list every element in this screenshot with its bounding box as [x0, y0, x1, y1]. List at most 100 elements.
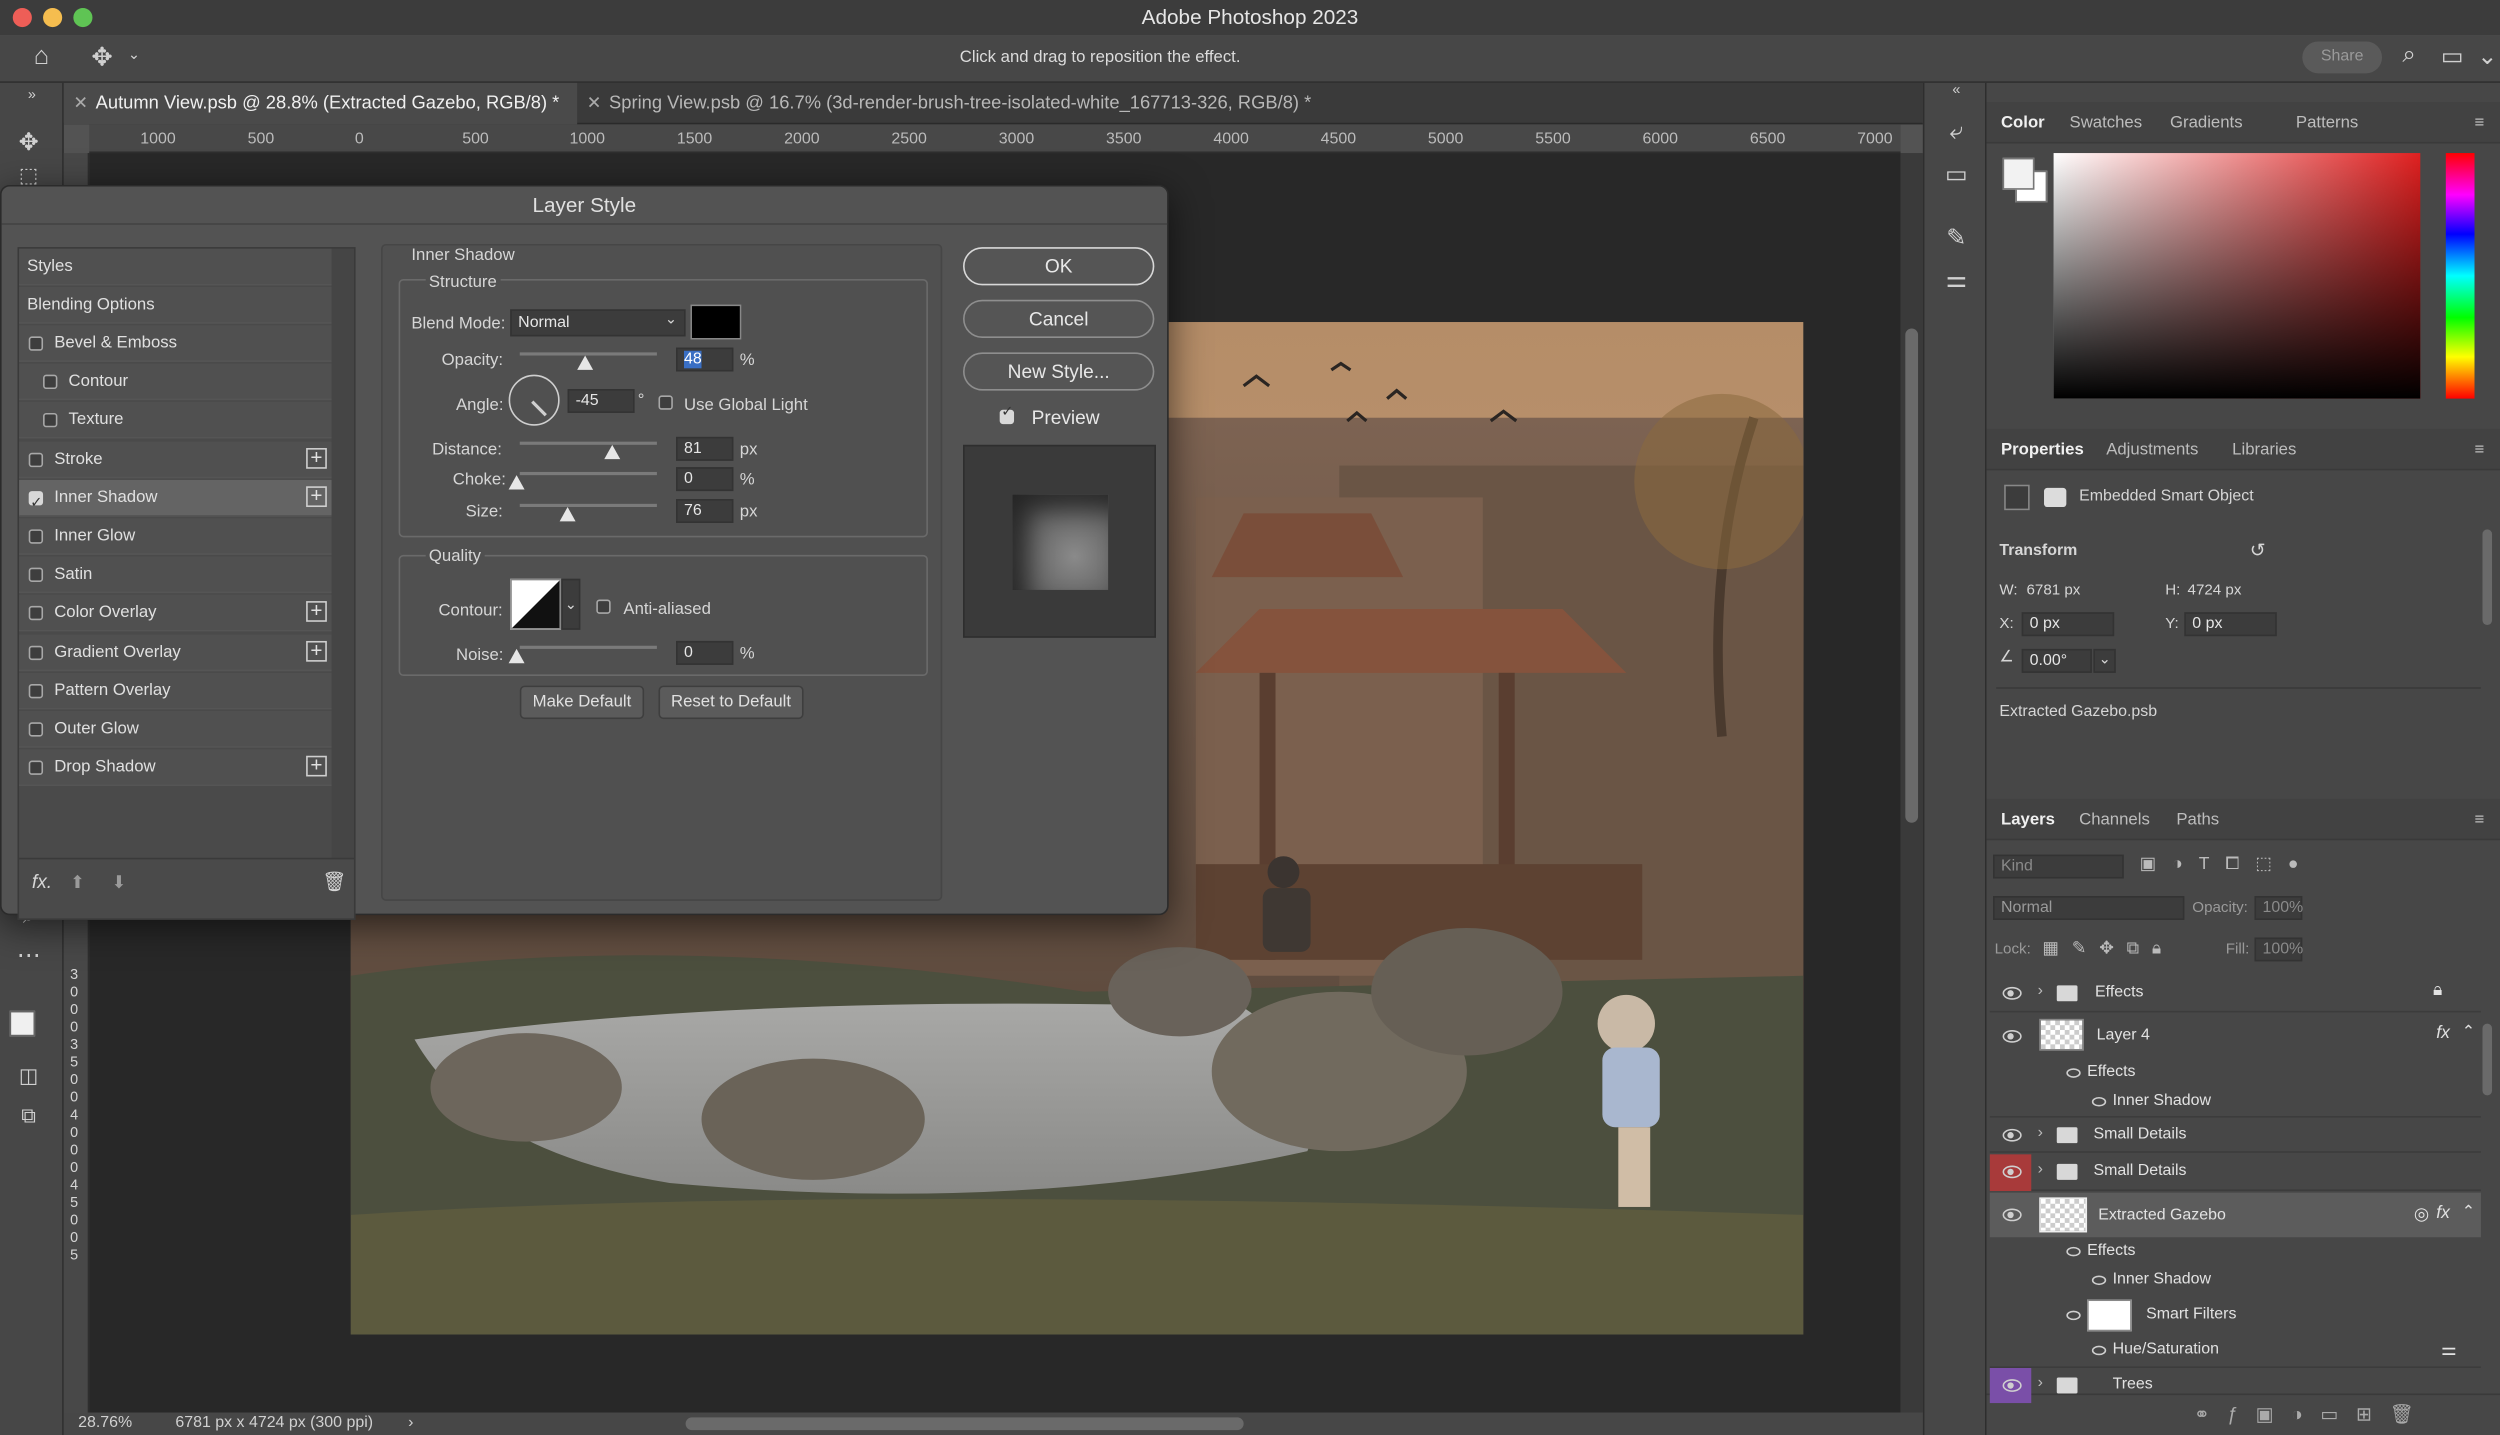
- tab-paths[interactable]: Paths: [2176, 799, 2219, 840]
- more-tools-icon[interactable]: ⋯: [10, 941, 48, 969]
- smart-filter-hue-saturation[interactable]: Hue/Saturation ⚌: [1990, 1336, 2481, 1365]
- tab-properties[interactable]: Properties: [2001, 429, 2084, 470]
- properties-scrollbar[interactable]: [2482, 529, 2493, 626]
- color-field[interactable]: [2053, 153, 2421, 399]
- adjustments-icon[interactable]: ⚌: [1937, 265, 1975, 293]
- noise-slider-thumb[interactable]: [508, 648, 525, 664]
- layer-row-small-details-2[interactable]: › Small Details: [1989, 1154, 2481, 1192]
- effect-item-gradient-overlay[interactable]: Gradient Overlay +: [19, 633, 332, 671]
- make-default-button[interactable]: Make Default: [519, 685, 645, 720]
- choke-slider-thumb[interactable]: [508, 475, 525, 490]
- visibility-eye-icon[interactable]: [2002, 1165, 2022, 1179]
- blend-mode-select[interactable]: Normal: [510, 309, 686, 337]
- minimize-window-button[interactable]: [43, 7, 63, 28]
- layer-action-icons[interactable]: ⚭ƒ▣◑▭⊞🗑︎: [2194, 1403, 2431, 1425]
- scrollbar-thumb[interactable]: [1905, 328, 1919, 823]
- layer-blend-mode-select[interactable]: Normal: [1993, 896, 2185, 920]
- effect-item-texture[interactable]: Texture: [19, 402, 332, 440]
- collapse-toolbar-icon[interactable]: »: [13, 86, 51, 102]
- smart-filters-row[interactable]: Smart Filters: [1990, 1295, 2481, 1336]
- visibility-eye-icon[interactable]: [2002, 986, 2022, 1000]
- distance-slider-thumb[interactable]: [604, 444, 621, 460]
- chevron-down-icon[interactable]: ⌄: [561, 578, 581, 630]
- visibility-eye-icon[interactable]: [2091, 1345, 2107, 1356]
- noise-slider[interactable]: [519, 645, 657, 649]
- effect-item-contour[interactable]: Contour: [19, 363, 332, 401]
- effect-item-satin[interactable]: Satin: [19, 556, 332, 594]
- search-icon[interactable]: ⌕: [2390, 41, 2428, 68]
- effect-item-inner-glow[interactable]: Inner Glow: [19, 518, 332, 555]
- use-global-light-checkbox[interactable]: [658, 395, 673, 410]
- chevron-right-icon[interactable]: ›: [2038, 1374, 2043, 1392]
- effect-checkbox[interactable]: [28, 645, 44, 660]
- visibility-eye-icon[interactable]: [2002, 1379, 2022, 1392]
- chevron-right-icon[interactable]: ›: [2038, 1161, 2043, 1179]
- layer-effects-row[interactable]: Effects: [1990, 1059, 2481, 1088]
- effect-checkbox[interactable]: [28, 760, 44, 776]
- effect-item-stroke[interactable]: Stroke +: [19, 441, 332, 478]
- effect-checkbox[interactable]: [28, 529, 44, 544]
- visibility-eye-icon[interactable]: [2066, 1068, 2081, 1078]
- effect-item-drop-shadow[interactable]: Drop Shadow +: [19, 749, 332, 787]
- add-effect-instance-icon[interactable]: +: [306, 639, 327, 662]
- quick-mask-icon[interactable]: ◫: [10, 1063, 48, 1089]
- rotation-angle-input[interactable]: 0.00°: [2021, 648, 2092, 673]
- preview-checkbox[interactable]: [999, 403, 1015, 425]
- add-effect-instance-icon[interactable]: +: [306, 754, 327, 777]
- shadow-color-swatch[interactable]: [690, 304, 742, 340]
- hue-slider[interactable]: [2445, 153, 2475, 399]
- zoom-window-button[interactable]: [73, 7, 93, 28]
- filter-options-icon[interactable]: ⚌: [2441, 1339, 2457, 1360]
- styles-header[interactable]: Styles: [19, 248, 332, 286]
- horizontal-scrollbar[interactable]: [685, 1417, 1244, 1431]
- panel-menu-icon[interactable]: ≡: [2475, 102, 2485, 143]
- tab-channels[interactable]: Channels: [2079, 799, 2150, 840]
- layer-opacity-input[interactable]: 100%: [2254, 896, 2303, 920]
- lock-icons[interactable]: ▦✎✥⧉🔒︎: [2042, 938, 2174, 960]
- panel-menu-icon[interactable]: ≡: [2475, 429, 2485, 470]
- chevron-right-icon[interactable]: ›: [408, 1413, 413, 1435]
- effect-checkbox[interactable]: [28, 683, 44, 699]
- tab-libraries[interactable]: Libraries: [2232, 429, 2296, 470]
- layer-fill-input[interactable]: 100%: [2254, 937, 2303, 962]
- screen-mode-icon[interactable]: ⧉: [10, 1103, 48, 1129]
- tab-swatches[interactable]: Swatches: [2070, 102, 2143, 143]
- effect-item-inner-shadow[interactable]: Inner Shadow +: [19, 479, 332, 521]
- x-position-input[interactable]: 0 px: [2021, 612, 2115, 637]
- history-icon[interactable]: ⤶: [1937, 118, 1975, 145]
- layer-row-effects-group[interactable]: › Effects 🔒︎: [1989, 974, 2481, 1013]
- visibility-eye-icon[interactable]: [2091, 1275, 2107, 1286]
- close-tab-icon[interactable]: ✕: [73, 83, 88, 124]
- tab-spring-view[interactable]: ✕ Spring View.psb @ 16.7% (3d-render-bru…: [577, 83, 1438, 124]
- tab-color[interactable]: Color: [2001, 102, 2045, 143]
- add-effect-instance-icon[interactable]: +: [306, 446, 327, 469]
- reset-to-default-button[interactable]: Reset to Default: [658, 685, 804, 720]
- chevron-down-icon[interactable]: ⌄: [665, 311, 677, 329]
- reset-transform-icon[interactable]: ↺: [2250, 539, 2266, 561]
- effect-checkbox[interactable]: [43, 413, 58, 428]
- chevron-right-icon[interactable]: ›: [2038, 1124, 2043, 1142]
- add-effect-instance-icon[interactable]: +: [306, 484, 327, 507]
- contour-picker[interactable]: [510, 578, 562, 630]
- visibility-eye-icon[interactable]: [2066, 1246, 2081, 1257]
- brush-settings-icon[interactable]: ✎: [1937, 223, 1975, 252]
- tab-autumn-view[interactable]: ✕ Autumn View.psb @ 28.8% (Extracted Gaz…: [63, 82, 578, 125]
- fx-menu-button[interactable]: fx.: [32, 871, 52, 893]
- chevron-down-icon[interactable]: ⌄: [115, 46, 153, 64]
- layer-row-layer-4[interactable]: Layer 4 fx ⌃: [1990, 1014, 2481, 1055]
- effect-item-bevel-emboss[interactable]: Bevel & Emboss: [19, 325, 332, 362]
- distance-input[interactable]: 81: [676, 436, 734, 461]
- close-window-button[interactable]: [12, 7, 32, 28]
- layer-row-extracted-gazebo[interactable]: Extracted Gazebo ◎ fx ⌃: [1989, 1192, 2481, 1238]
- close-tab-icon[interactable]: ✕: [587, 83, 602, 124]
- effect-checkbox[interactable]: [43, 374, 58, 390]
- move-up-icon[interactable]: ⬆: [70, 872, 85, 893]
- layer-filter-kind[interactable]: Kind: [1993, 854, 2124, 879]
- visibility-eye-icon[interactable]: [2002, 1208, 2022, 1222]
- styles-list-scrollbar[interactable]: [331, 248, 354, 858]
- size-slider-thumb[interactable]: [559, 507, 576, 522]
- tab-gradients[interactable]: Gradients: [2170, 102, 2243, 143]
- size-slider[interactable]: [519, 503, 657, 508]
- effect-checkbox[interactable]: [28, 722, 44, 737]
- distance-slider[interactable]: [519, 441, 657, 445]
